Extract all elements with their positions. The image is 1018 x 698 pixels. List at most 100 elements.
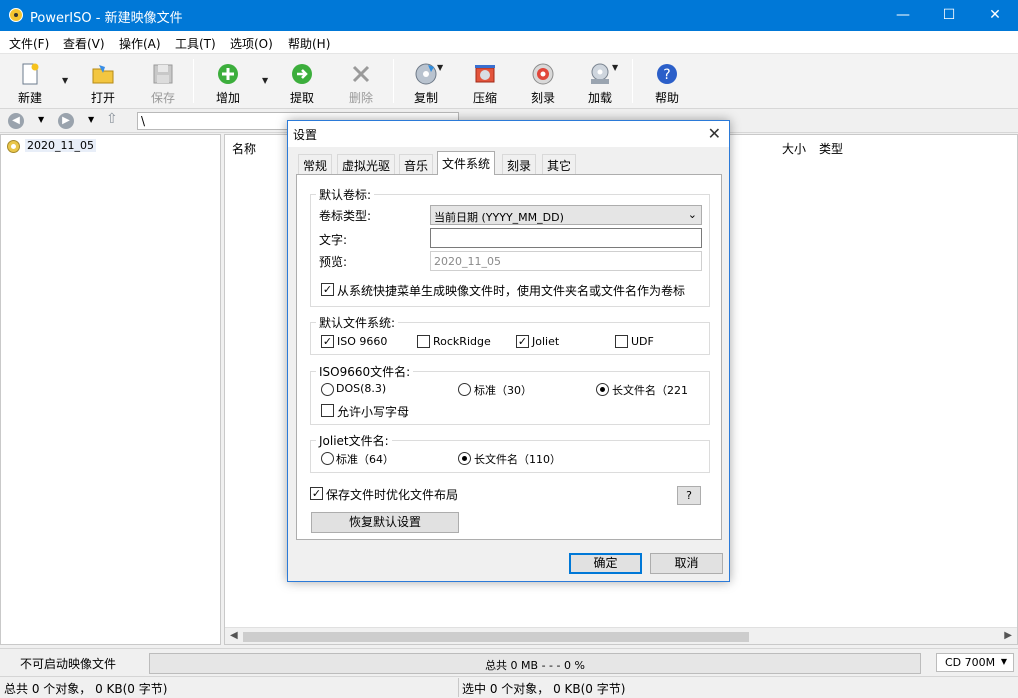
help-question-icon: ? bbox=[657, 64, 677, 84]
help-button-label: 帮助 bbox=[654, 91, 679, 105]
delete-button[interactable]: 删除 bbox=[338, 60, 384, 106]
mount-button-label: 加载 bbox=[587, 91, 612, 105]
mount-dropdown-arrow-icon[interactable]: ▼ bbox=[612, 63, 618, 72]
column-header-size[interactable]: 大小 bbox=[782, 140, 806, 157]
tab-burn[interactable]: 刻录 bbox=[502, 154, 537, 174]
cancel-button[interactable]: 取消 bbox=[650, 553, 723, 574]
dialog-title-bar: 设置 ✕ bbox=[288, 121, 729, 147]
copy-dropdown-arrow-icon[interactable]: ▼ bbox=[437, 63, 443, 72]
tab-general[interactable]: 常规 bbox=[298, 154, 333, 174]
help-question-button[interactable]: ? bbox=[677, 486, 701, 505]
joliet-label: Joliet bbox=[532, 335, 560, 348]
column-header-name[interactable]: 名称 bbox=[232, 140, 256, 157]
menu-view[interactable]: 查看(V) bbox=[63, 35, 105, 52]
svg-text:?: ? bbox=[663, 67, 670, 83]
menu-tools[interactable]: 工具(T) bbox=[175, 35, 216, 52]
back-arrow-icon[interactable]: ◀ bbox=[8, 113, 24, 129]
iso9660-checkbox[interactable]: ✓ bbox=[321, 335, 334, 348]
copy-disc-icon bbox=[415, 63, 437, 85]
save-disk-icon bbox=[153, 64, 173, 84]
minimize-button[interactable]: — bbox=[880, 0, 926, 31]
menu-bar: 文件(F) 查看(V) 操作(A) 工具(T) 选项(O) 帮助(H) bbox=[0, 31, 1018, 54]
mount-drive-icon bbox=[591, 63, 609, 84]
menu-options[interactable]: 选项(O) bbox=[230, 35, 273, 52]
new-button[interactable]: 新建 bbox=[7, 60, 53, 106]
forward-arrow-icon[interactable]: ▶ bbox=[58, 113, 74, 129]
add-button-label: 增加 bbox=[215, 91, 240, 105]
menu-action[interactable]: 操作(A) bbox=[119, 35, 161, 52]
scrollbar-thumb[interactable] bbox=[243, 632, 749, 642]
progress-text: 总共 0 MB - - - 0 % bbox=[485, 659, 585, 672]
menu-help[interactable]: 帮助(H) bbox=[288, 35, 330, 52]
ok-button[interactable]: 确定 bbox=[569, 553, 642, 574]
help-button[interactable]: ? 帮助 bbox=[644, 60, 690, 106]
forward-dropdown-icon[interactable]: ▼ bbox=[88, 115, 94, 124]
tab-music[interactable]: 音乐 bbox=[399, 154, 434, 174]
iso-standard-radio[interactable] bbox=[458, 383, 471, 396]
selected-objects-text: 选中 0 个对象， 0 KB(0 字节) bbox=[462, 682, 626, 696]
copy-button-label: 复制 bbox=[413, 91, 438, 105]
save-button[interactable]: 保存 bbox=[140, 60, 186, 106]
total-objects-text: 总共 0 个对象， 0 KB(0 字节) bbox=[4, 682, 168, 696]
chevron-down-icon: ⌄ bbox=[687, 208, 697, 221]
joliet-standard-radio[interactable] bbox=[321, 452, 334, 465]
toolbar-separator bbox=[632, 59, 633, 103]
up-folder-icon[interactable]: ⇧ bbox=[106, 111, 118, 127]
joliet-long-label: 长文件名（110） bbox=[474, 453, 561, 466]
burn-button-label: 刻录 bbox=[530, 91, 555, 105]
extract-arrow-icon bbox=[292, 64, 312, 84]
iso-dos-label: DOS(8.3) bbox=[336, 382, 387, 395]
volume-type-value: 当前日期 (YYYY_MM_DD) bbox=[434, 211, 564, 224]
volume-preview-field: 2020_11_05 bbox=[430, 251, 702, 271]
column-header-type[interactable]: 类型 bbox=[819, 140, 843, 157]
dialog-close-icon[interactable]: ✕ bbox=[708, 124, 721, 143]
extract-button-label: 提取 bbox=[289, 91, 314, 105]
restore-defaults-button[interactable]: 恢复默认设置 bbox=[311, 512, 459, 533]
tab-other[interactable]: 其它 bbox=[542, 154, 577, 174]
add-dropdown-arrow-icon[interactable]: ▼ bbox=[262, 76, 268, 85]
volume-type-select[interactable]: 当前日期 (YYYY_MM_DD) ⌄ bbox=[430, 205, 702, 225]
new-dropdown-arrow-icon[interactable]: ▼ bbox=[62, 76, 68, 85]
scroll-left-arrow-icon[interactable]: ◀ bbox=[230, 630, 238, 641]
menu-file[interactable]: 文件(F) bbox=[9, 35, 49, 52]
window-title: PowerISO - 新建映像文件 bbox=[30, 11, 183, 26]
udf-checkbox[interactable] bbox=[615, 335, 628, 348]
compress-button-label: 压缩 bbox=[472, 91, 497, 105]
capacity-progress-bar: 总共 0 MB - - - 0 % bbox=[149, 653, 921, 674]
dialog-title: 设置 bbox=[293, 128, 318, 142]
open-button-label: 打开 bbox=[90, 91, 115, 105]
tab-file-system[interactable]: 文件系统 bbox=[437, 151, 496, 175]
toolbar-separator bbox=[193, 59, 194, 103]
extract-button[interactable]: 提取 bbox=[279, 60, 325, 106]
maximize-button[interactable]: ☐ bbox=[926, 0, 972, 31]
rockridge-checkbox[interactable] bbox=[417, 335, 430, 348]
new-button-label: 新建 bbox=[17, 91, 42, 105]
optimize-layout-checkbox[interactable]: ✓ bbox=[310, 487, 323, 500]
volume-preview-label: 预览: bbox=[319, 255, 348, 269]
iso-dos-radio[interactable] bbox=[321, 383, 334, 396]
horizontal-scrollbar[interactable]: ◀ ▶ bbox=[225, 627, 1017, 644]
tree-node-label: 2020_11_05 bbox=[25, 139, 96, 152]
tab-virtual-drive[interactable]: 虚拟光驱 bbox=[337, 154, 396, 174]
allow-lowercase-checkbox[interactable] bbox=[321, 404, 334, 417]
compress-button[interactable]: 压缩 bbox=[462, 60, 508, 106]
status-bar-bottom: 总共 0 个对象， 0 KB(0 字节) 选中 0 个对象， 0 KB(0 字节… bbox=[0, 676, 1018, 698]
add-plus-icon bbox=[218, 64, 238, 84]
disc-image-icon bbox=[7, 140, 20, 153]
close-button[interactable]: ✕ bbox=[972, 0, 1018, 31]
burn-button[interactable]: 刻录 bbox=[520, 60, 566, 106]
allow-lowercase-label: 允许小写字母 bbox=[337, 405, 410, 419]
iso-long-label: 长文件名（221 bbox=[612, 384, 688, 397]
joliet-long-radio[interactable] bbox=[458, 452, 471, 465]
scroll-right-arrow-icon[interactable]: ▶ bbox=[1004, 630, 1012, 641]
open-button[interactable]: 打开 bbox=[80, 60, 126, 106]
add-button[interactable]: 增加 bbox=[205, 60, 251, 106]
use-folder-name-checkbox[interactable]: ✓ bbox=[321, 283, 334, 296]
iso-long-radio[interactable] bbox=[596, 383, 609, 396]
disc-size-select[interactable]: CD 700M ▼ bbox=[936, 653, 1014, 672]
back-dropdown-icon[interactable]: ▼ bbox=[38, 115, 44, 124]
joliet-checkbox[interactable]: ✓ bbox=[516, 335, 529, 348]
volume-text-input[interactable] bbox=[430, 228, 702, 248]
status-divider bbox=[458, 678, 459, 697]
delete-button-label: 删除 bbox=[348, 91, 373, 105]
